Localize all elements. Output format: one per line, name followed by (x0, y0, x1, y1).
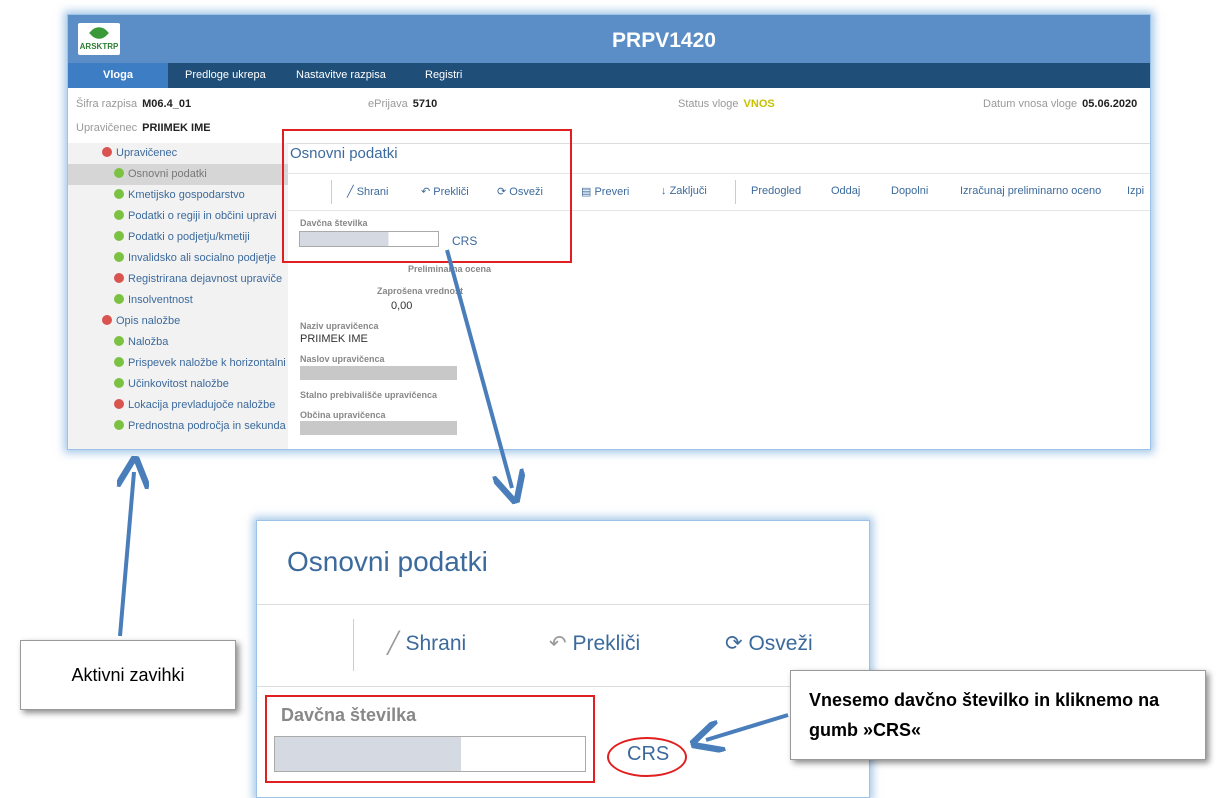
arrow-to-sidebar (120, 472, 134, 637)
arrow-to-crs (706, 713, 789, 740)
arrow-to-zoom (445, 249, 512, 488)
annotation-arrows (0, 249, 789, 796)
